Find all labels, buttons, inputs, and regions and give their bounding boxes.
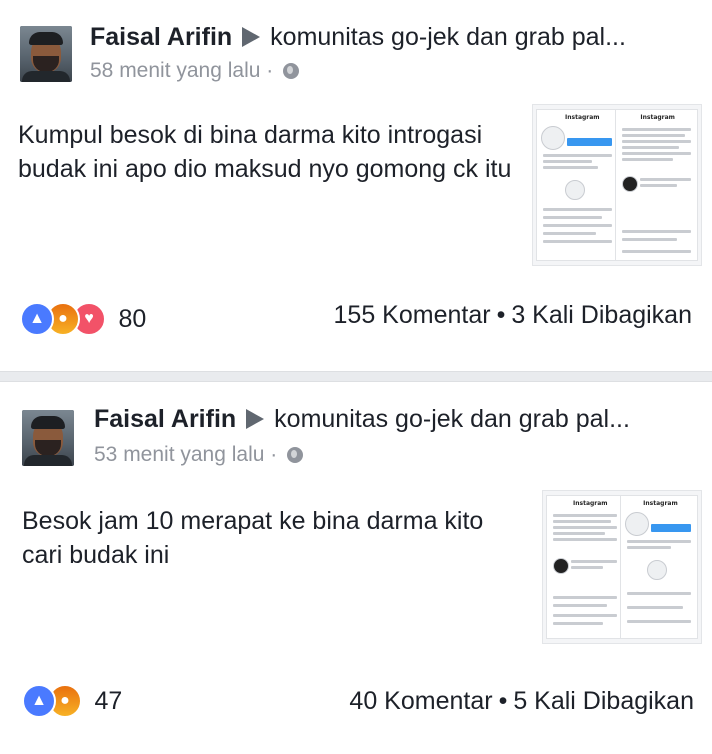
thumb-line [553, 520, 611, 523]
post-image-thumbnail[interactable]: Instagram Instagram [532, 104, 702, 266]
reactions-summary[interactable]: ▲ ● ♥ 80 [20, 302, 146, 338]
post-stats: 155 Komentar • 3 Kali Dibagikan [334, 298, 692, 332]
thumb-line [571, 560, 617, 563]
screenshot-pane-right: Instagram [615, 109, 698, 261]
thumb-line [553, 526, 617, 529]
thumb-line [627, 592, 691, 595]
thumb-camera-circle [565, 180, 585, 200]
post-timestamp[interactable]: 53 menit yang lalu [94, 443, 264, 466]
thumb-line [640, 178, 691, 181]
comments-count[interactable]: 155 Komentar [334, 301, 491, 329]
stats-separator: • [496, 301, 506, 329]
avatar-cap [29, 32, 63, 45]
post-stats: 40 Komentar • 5 Kali Dibagikan [349, 684, 694, 718]
thumb-line [543, 216, 602, 219]
thumb-line [571, 566, 603, 569]
thumb-line [622, 250, 691, 253]
feed-post: Faisal Arifin komunitas go-jek dan grab p… [0, 0, 712, 372]
thumb-avatar-small [553, 558, 569, 574]
screenshot-pane-right: Instagram [620, 495, 698, 639]
post-text: Besok jam 10 merapat ke bina darma kito … [22, 507, 484, 569]
thumb-line [622, 146, 679, 149]
thumb-line [622, 238, 677, 241]
screenshot-pane-left: Instagram [536, 109, 619, 261]
thumb-button [567, 138, 612, 146]
thumb-line [622, 140, 691, 143]
thumb-line [640, 184, 677, 187]
thumb-label: Instagram [565, 114, 600, 121]
post-timestamp[interactable]: 58 menit yang lalu [90, 59, 260, 82]
thumb-line [553, 596, 617, 599]
thumb-line [627, 540, 691, 543]
post-text: Kumpul besok di bina darma kito introgas… [18, 121, 512, 183]
group-name[interactable]: komunitas go-jek dan grab pal... [270, 23, 626, 51]
thumb-camera-circle [647, 560, 668, 580]
meta-separator: · [266, 59, 274, 82]
comments-count[interactable]: 40 Komentar [349, 687, 492, 715]
reaction-count[interactable]: 47 [94, 687, 122, 716]
thumb-line [543, 240, 612, 243]
thumb-line [622, 158, 673, 161]
thumb-avatar [541, 126, 565, 150]
reaction-count[interactable]: 80 [118, 305, 146, 334]
shares-count[interactable]: 3 Kali Dibagikan [511, 301, 692, 329]
shares-count[interactable]: 5 Kali Dibagikan [513, 687, 694, 715]
meta-separator: · [270, 443, 278, 466]
group-name[interactable]: komunitas go-jek dan grab pal... [274, 405, 630, 433]
avatar-shirt [24, 455, 72, 466]
thumb-line [627, 606, 683, 609]
globe-icon[interactable] [283, 63, 300, 79]
author-avatar[interactable] [20, 26, 72, 82]
thumb-line [553, 514, 617, 517]
thumb-line [543, 154, 612, 157]
thumb-line [622, 134, 685, 137]
author-name[interactable]: Faisal Arifin [90, 23, 232, 51]
thumb-button [651, 524, 691, 532]
thumb-line [553, 538, 617, 541]
post-divider [0, 371, 712, 382]
post-header: Faisal Arifin komunitas go-jek dan grab p… [94, 404, 630, 434]
like-reaction-icon: ▲ [22, 684, 56, 718]
thumb-line [553, 614, 617, 617]
thumb-line [622, 230, 691, 233]
thumb-line [627, 620, 691, 623]
globe-icon[interactable] [287, 447, 304, 463]
thumb-label: Instagram [643, 500, 678, 507]
avatar-shirt [22, 71, 70, 82]
thumb-line [553, 604, 607, 607]
avatar-cap [31, 416, 65, 429]
thumb-line [543, 232, 596, 235]
thumb-line [627, 546, 671, 549]
thumb-line [553, 532, 605, 535]
stats-separator: • [498, 687, 508, 715]
thumb-avatar-small [622, 176, 639, 192]
thumb-label: Instagram [640, 114, 675, 121]
like-reaction-icon: ▲ [20, 302, 54, 336]
thumb-line [553, 622, 603, 625]
play-arrow-icon [246, 409, 265, 429]
thumb-line [543, 224, 612, 227]
thumb-line [543, 166, 598, 169]
thumb-label: Instagram [573, 500, 608, 507]
post-meta: 53 menit yang lalu · [94, 442, 304, 468]
thumb-line [543, 160, 592, 163]
reactions-summary[interactable]: ▲ ● 47 [22, 684, 122, 720]
thumb-avatar [625, 512, 650, 536]
play-arrow-icon [242, 27, 261, 47]
post-image-thumbnail[interactable]: Instagram Instagram [542, 490, 702, 644]
post-meta: 58 menit yang lalu · [90, 58, 300, 84]
post-header: Faisal Arifin komunitas go-jek dan grab p… [90, 22, 626, 52]
thumb-line [622, 128, 691, 131]
thumb-line [543, 208, 612, 211]
feed-post: Faisal Arifin komunitas go-jek dan grab p… [0, 382, 712, 754]
thumb-line [622, 152, 691, 155]
author-name[interactable]: Faisal Arifin [94, 405, 236, 433]
author-avatar[interactable] [22, 410, 74, 466]
screenshot-pane-left: Instagram [546, 495, 624, 639]
